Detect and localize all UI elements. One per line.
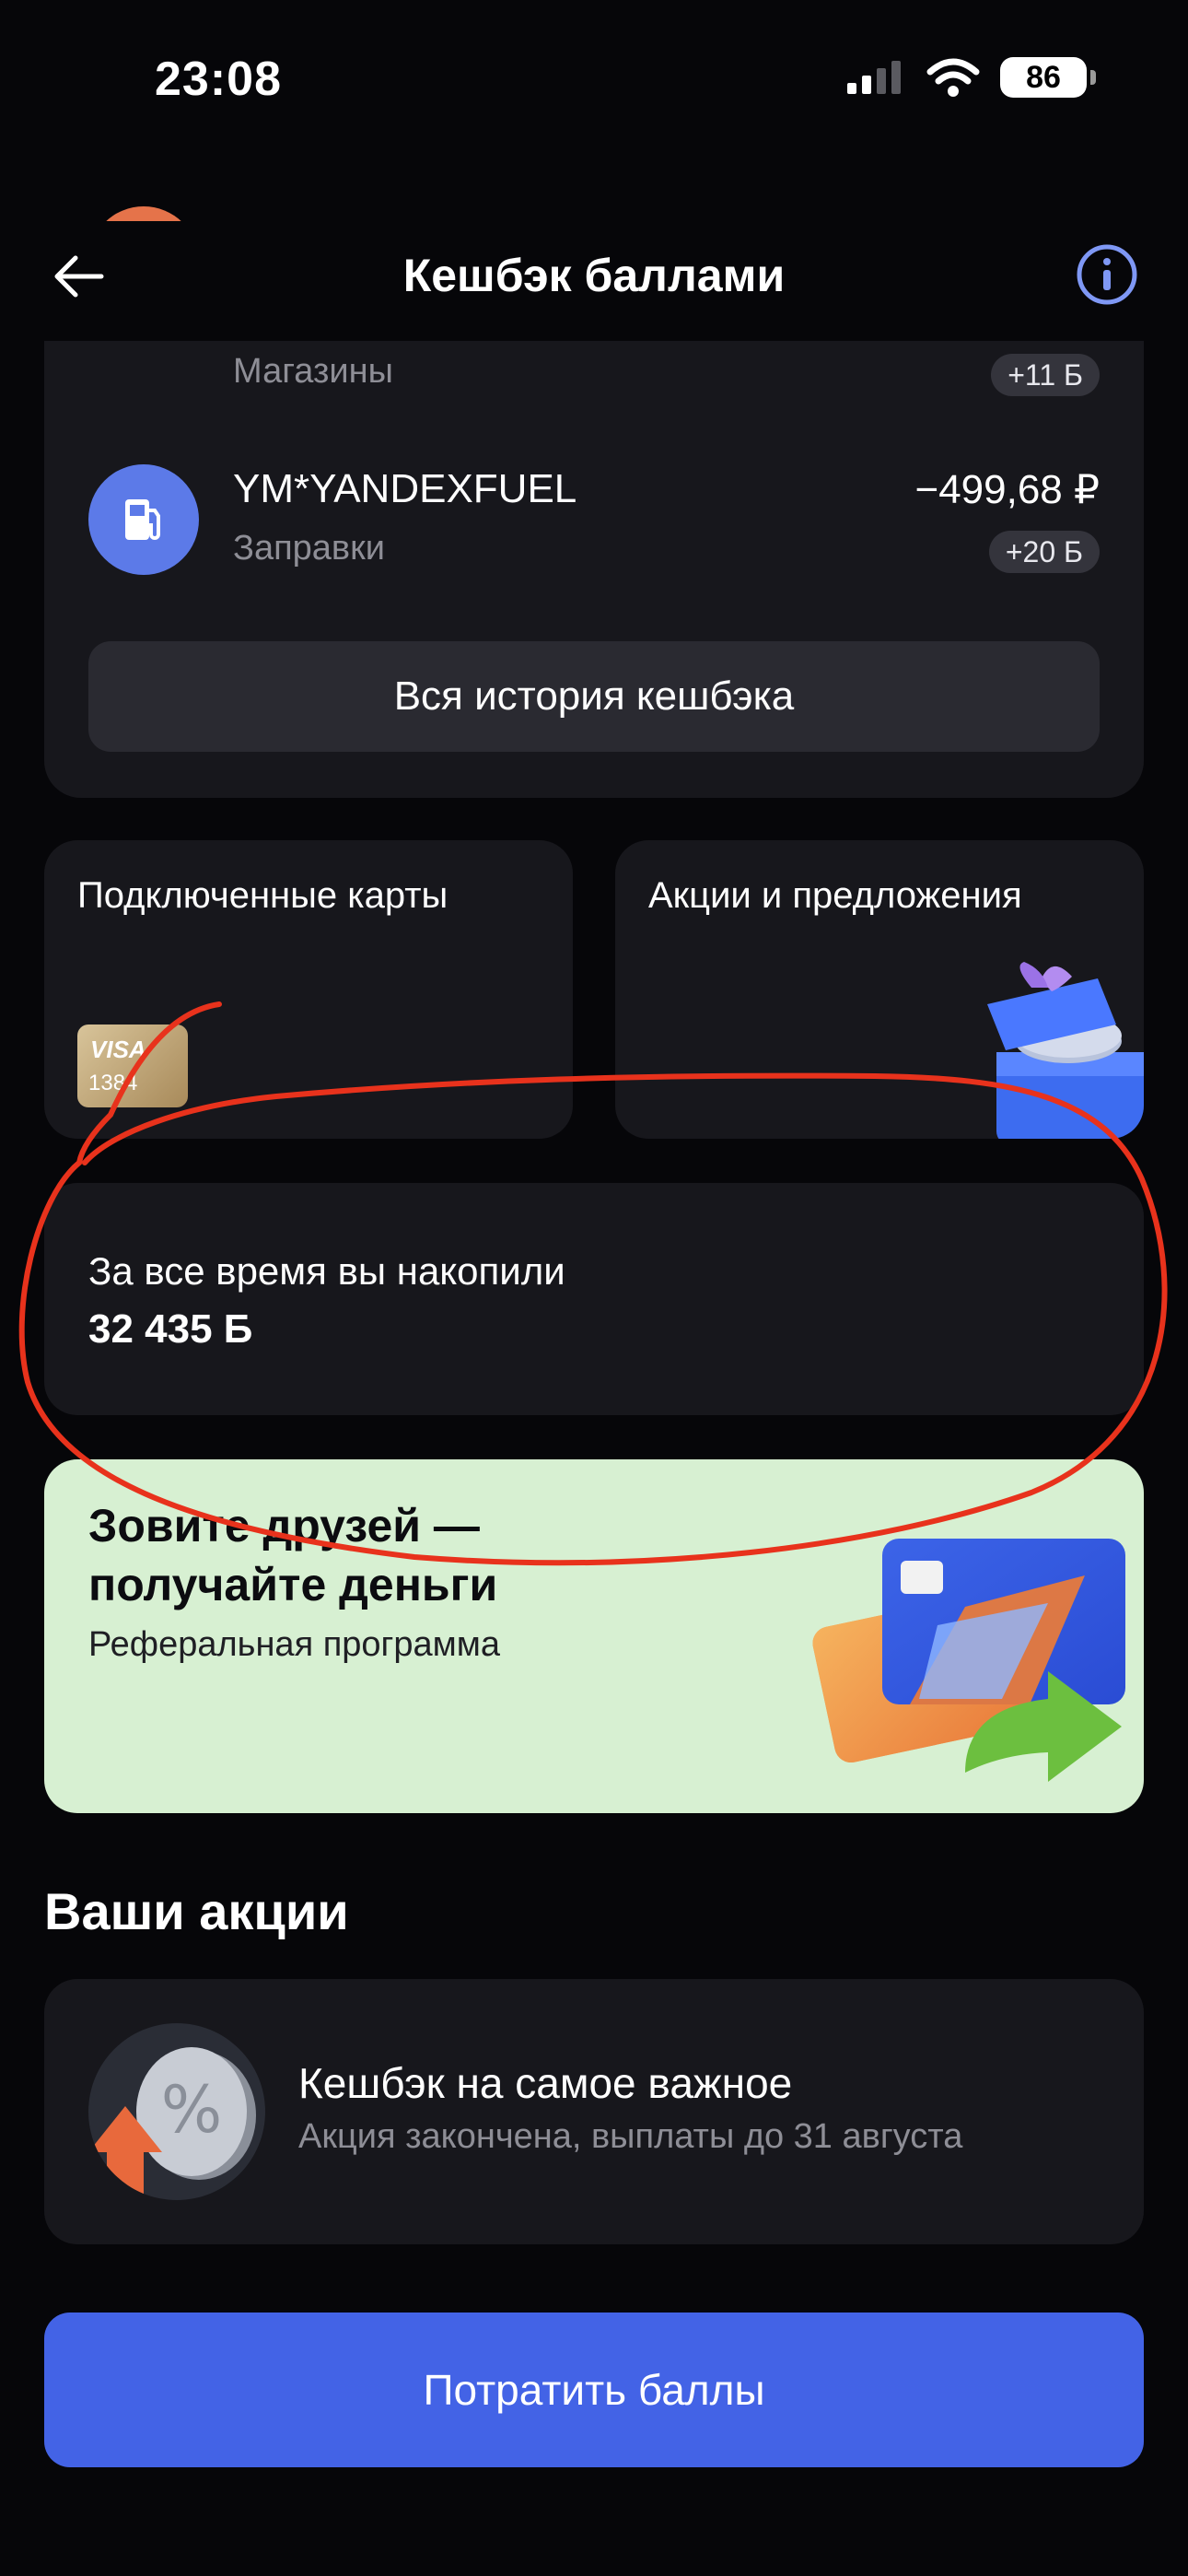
screen: 23:08 86 Магазины +11 Б YM*YANDEXFUEL За…: [0, 0, 1188, 2576]
transaction-category: Магазины: [233, 352, 393, 391]
transaction-amount: −499,68 ₽: [914, 467, 1101, 512]
accumulated-label: За все время вы накопили: [88, 1249, 565, 1293]
referral-title: Зовите друзей — получайте деньги: [88, 1500, 498, 1610]
promotion-title: Кешбэк на самое важное: [298, 2059, 793, 2107]
points-badge: +20 Б: [988, 531, 1100, 573]
info-icon[interactable]: [1076, 243, 1138, 306]
visa-card-thumbnail: VISA 1384: [77, 1025, 188, 1107]
gift-box-icon: [987, 962, 1144, 1139]
status-icons: 86: [845, 57, 1096, 98]
spend-points-button[interactable]: Потратить баллы: [44, 2313, 1144, 2467]
promotion-subtitle: Акция закончена, выплаты до 31 августа: [298, 2117, 963, 2156]
battery-indicator: 86: [1000, 57, 1096, 98]
promotion-card[interactable]: % Кешбэк на самое важное Акция закончена…: [44, 1979, 1144, 2244]
coins-percent-icon: %: [88, 2023, 265, 2200]
points-badge: +11 Б: [991, 354, 1100, 396]
cards-with-arrow-icon: [812, 1539, 1125, 1782]
transaction-category: Заправки: [233, 529, 385, 568]
referral-subtitle: Реферальная программа: [88, 1625, 501, 1664]
all-history-button[interactable]: Вся история кешбэка: [88, 641, 1100, 752]
page-title: Кешбэк баллами: [402, 250, 786, 301]
cellular-signal-icon: [847, 61, 901, 94]
connected-cards-tile[interactable]: Подключенные карты VISA 1384: [44, 840, 573, 1139]
section-title-promotions: Ваши акции: [44, 1882, 349, 1940]
tile-title: Подключенные карты: [77, 875, 448, 916]
svg-text:%: %: [161, 2072, 223, 2148]
transaction-merchant: YM*YANDEXFUEL: [233, 466, 577, 511]
card-brand: VISA: [90, 1036, 146, 1063]
fuel-pump-icon: [88, 464, 199, 575]
accumulated-points-card: За все время вы накопили 32 435 Б: [44, 1183, 1144, 1415]
accumulated-value: 32 435 Б: [88, 1306, 253, 1352]
cashback-history-card: Магазины +11 Б YM*YANDEXFUEL Заправки −4…: [44, 206, 1144, 798]
nav-bar: Кешбэк баллами: [0, 221, 1188, 341]
status-time: 23:08: [155, 53, 282, 106]
wifi-icon: [926, 58, 980, 97]
tile-title: Акции и предложения: [648, 875, 1022, 916]
referral-banner[interactable]: Зовите друзей — получайте деньги Реферал…: [44, 1459, 1144, 1813]
offers-tile[interactable]: Акции и предложения: [615, 840, 1144, 1139]
card-number: 1384: [88, 1071, 138, 1095]
